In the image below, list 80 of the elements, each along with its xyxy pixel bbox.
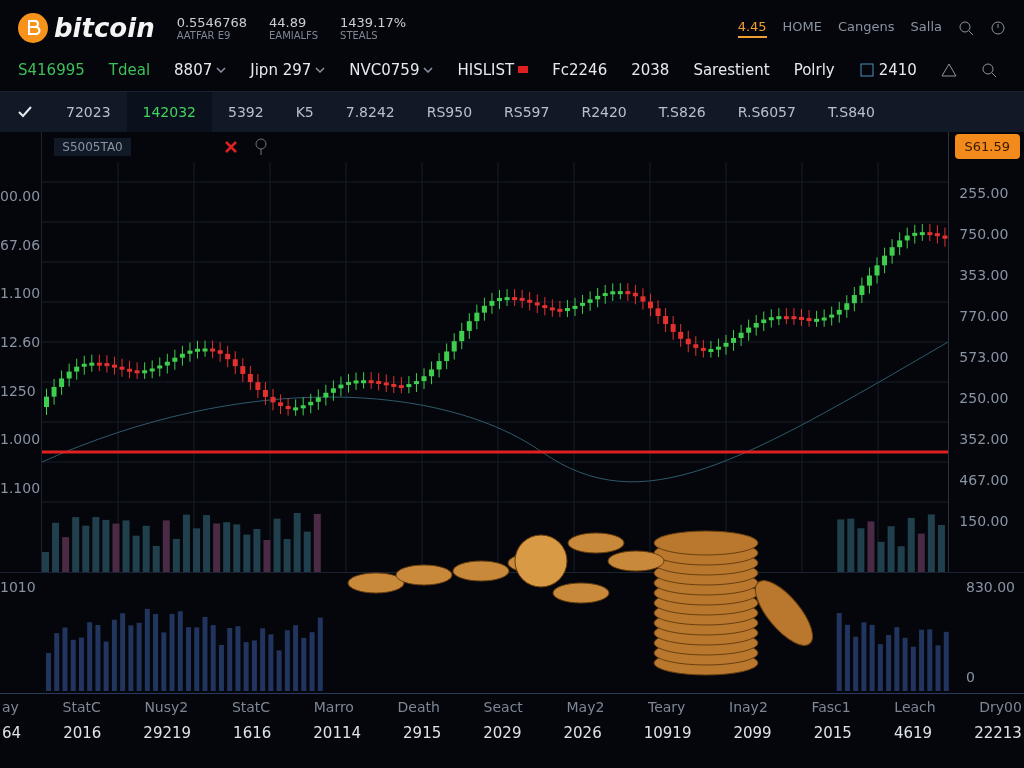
stat-value: 1439.17% — [340, 15, 407, 30]
tab[interactable]: T.S840 — [811, 92, 891, 132]
axis-label: 67.06 — [0, 236, 42, 253]
nav-link[interactable]: 4.45 — [737, 18, 767, 38]
axis-label: 1.100 — [0, 479, 42, 496]
axis-label: 4619 — [893, 724, 933, 742]
axis-label: Fasc1 — [811, 699, 851, 715]
axis-label: 2029 — [483, 724, 522, 742]
tab[interactable]: 72023 — [50, 92, 127, 132]
toolbar-item[interactable]: Jipn 297 — [250, 60, 326, 79]
tab[interactable]: 142032 — [126, 92, 212, 132]
axis-label: 22213 — [974, 724, 1022, 742]
axis-label: Teary — [647, 699, 686, 715]
nav-link[interactable]: Cangens — [838, 18, 895, 38]
tab[interactable]: RS597 — [488, 92, 566, 132]
axis-label: StatC — [231, 699, 271, 715]
axis-label: 250.00 — [959, 390, 1010, 407]
axis-label: May2 — [566, 699, 605, 715]
tab[interactable]: 5392 — [212, 92, 280, 132]
axis-label: Leach — [894, 699, 936, 715]
axis-label: 1250 — [0, 382, 37, 399]
toolbar-item[interactable]: NVC0759 — [349, 60, 434, 79]
axis-label: Seact — [483, 699, 523, 715]
stat-label: EAMIALFS — [268, 30, 319, 41]
axis-label: 2015 — [813, 724, 852, 742]
axis-label: 1010 — [0, 579, 36, 595]
axis-label: 573.00 — [959, 349, 1010, 365]
stat-label: STEALS — [340, 30, 379, 41]
tab[interactable]: K5 — [279, 92, 330, 132]
axis-label: 64 — [2, 724, 22, 742]
toolbar-item[interactable]: 8807 — [174, 60, 227, 79]
stat-value: 44.89 — [268, 15, 308, 30]
stat-label: AATFAR E9 — [176, 30, 232, 41]
axis-label: 29219 — [143, 724, 192, 742]
toolbar-item[interactable]: 2410 — [858, 60, 917, 79]
logo-text: bitcoin — [54, 13, 155, 43]
tab[interactable]: T.S826 — [642, 92, 722, 132]
axis-label: 10919 — [643, 724, 692, 742]
toolbar-item[interactable]: S416995 — [18, 60, 85, 79]
price-tag: S61.59 — [954, 134, 1020, 159]
tab[interactable]: 7.8242 — [329, 92, 411, 132]
axis-label: 2915 — [403, 724, 442, 742]
axis-label: Death — [397, 699, 440, 715]
toolbar-item[interactable]: HISLIST — [457, 60, 529, 79]
axis-label: 352.00 — [959, 431, 1010, 448]
toolbar-item[interactable]: Tdeal — [108, 60, 151, 79]
axis-label: 750.00 — [959, 225, 1010, 242]
axis-label: 2026 — [563, 724, 602, 742]
axis-label: 1.000 — [0, 431, 42, 448]
axis-label: 1616 — [233, 724, 272, 742]
tab[interactable]: R.S6057 — [721, 92, 812, 132]
nav-link[interactable]: Salla — [910, 18, 942, 38]
axis-label: 770.00 — [959, 307, 1010, 324]
nav-link[interactable]: HOME — [782, 18, 823, 38]
axis-label: 467.00 — [959, 472, 1010, 489]
axis-label: Nusy2 — [144, 699, 189, 715]
axis-label: 255.00 — [959, 184, 1010, 201]
axis-label: ay — [2, 699, 19, 715]
axis-label: 20114 — [313, 724, 362, 742]
toolbar-item[interactable]: 2038 — [631, 60, 670, 79]
toolbar-item[interactable]: Sarestient — [693, 60, 770, 79]
axis-label: Inay2 — [729, 699, 768, 715]
axis-label: 0 — [966, 669, 976, 685]
tab[interactable]: RS950 — [410, 92, 489, 132]
stat-value: 0.5546768 — [176, 15, 247, 30]
axis-label: 2099 — [733, 724, 772, 742]
axis-label: Dry00 — [979, 699, 1022, 715]
axis-label: Marro — [313, 699, 354, 715]
axis-label: 353.00 — [959, 266, 1010, 283]
axis-label: 1.100 — [0, 285, 42, 302]
axis-label: 00.00 — [0, 188, 42, 205]
axis-label: 12.60 — [0, 333, 42, 350]
toolbar-item[interactable]: Polrly — [793, 60, 835, 79]
symbol-label: S5005TA0 — [54, 138, 131, 156]
axis-label: 830.00 — [966, 579, 1016, 595]
axis-label: StatC — [62, 699, 101, 715]
axis-label: 150.00 — [959, 513, 1010, 530]
axis-label: 2016 — [63, 724, 102, 742]
tab[interactable]: R2420 — [565, 92, 643, 132]
toolbar-item[interactable]: Fc2246 — [552, 60, 608, 79]
